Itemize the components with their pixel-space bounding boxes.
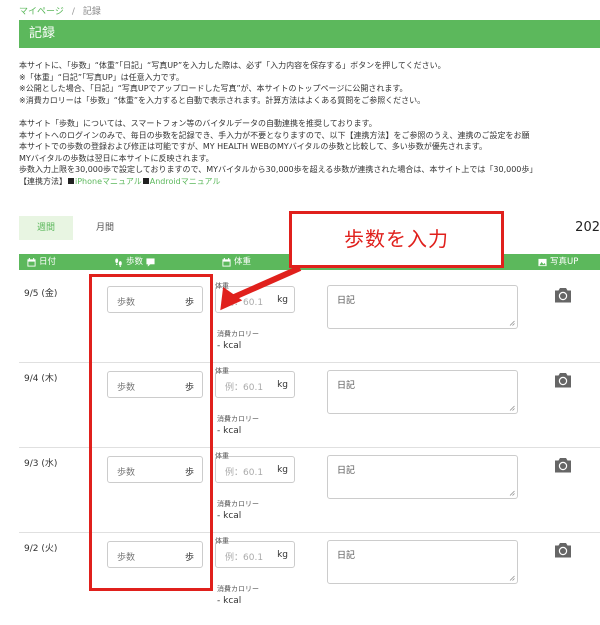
resize-grip-icon[interactable] [509, 405, 515, 411]
calorie-label: 消費カロリー [217, 500, 259, 508]
header-steps: 歩数 [114, 254, 155, 270]
diary-placeholder: 日記 [337, 296, 356, 306]
header-weight-label: 体重 [234, 257, 252, 267]
breadcrumb-current: 記録 [82, 7, 101, 17]
year-label: 202 [575, 220, 600, 235]
header-date-label: 日付 [39, 257, 57, 267]
camera-icon[interactable] [554, 287, 572, 303]
weight-placeholder: 例：60.1 [225, 468, 264, 478]
calendar-icon [222, 257, 231, 267]
breadcrumb-home-link[interactable]: マイページ [19, 7, 64, 17]
notice-line: ※消費カロリーは「歩数」“体重”を入力すると自動で表示されます。計算方法はよくあ… [19, 95, 426, 105]
notice-line: 本サイトへのログインのみで、毎日の歩数を記録でき、手入力が不要となりますので、以… [19, 130, 530, 140]
comment-icon[interactable] [146, 257, 155, 267]
image-icon [538, 258, 547, 266]
weight-label: 体重 [215, 367, 229, 375]
diary-placeholder: 日記 [337, 551, 356, 561]
calorie-label: 消費カロリー [217, 330, 259, 338]
weight-unit: kg [277, 465, 288, 475]
diary-textarea[interactable]: 日記 [327, 455, 518, 499]
weight-label: 体重 [215, 282, 229, 290]
android-manual-link[interactable]: Androidマニュアル [150, 177, 221, 186]
row-date: 9/5 (金) [24, 289, 58, 299]
calorie-value: - kcal [217, 596, 242, 606]
row-date: 9/2 (火) [24, 544, 58, 554]
breadcrumb: マイページ / 記録 [19, 4, 101, 17]
notice-line: ※公開とした場合、「日記」“写真UPでアップロードした写真”が、本サイトのトップ… [19, 84, 408, 94]
link-prefix: 【連携方法】 [19, 176, 67, 186]
diary-textarea[interactable]: 日記 [327, 370, 518, 414]
resize-grip-icon[interactable] [509, 490, 515, 496]
notice-line: ※「体重」“日記”「写真UP」は任意入力です。 [19, 72, 184, 82]
square-bullet-icon [68, 177, 74, 184]
calorie-label: 消費カロリー [217, 415, 259, 423]
notice-line: 歩数入力上限を30,000歩で設定しておりますので、MYバイタルから30,000… [19, 165, 538, 175]
header-photo: 写真UP [538, 254, 578, 270]
calorie-value: - kcal [217, 511, 242, 521]
weight-unit: kg [277, 550, 288, 560]
row-date: 9/4 (木) [24, 374, 58, 384]
iphone-manual-link[interactable]: iPhoneマニュアル [75, 177, 142, 186]
row-date: 9/3 (水) [24, 459, 58, 469]
page-title: 記録 [19, 20, 600, 48]
diary-placeholder: 日記 [337, 466, 356, 476]
calorie-value: - kcal [217, 426, 242, 436]
calendar-icon [27, 257, 36, 267]
diary-textarea[interactable]: 日記 [327, 540, 518, 584]
notice-line: MYバイタルの歩数は翌日に本サイトに反映されます。 [19, 153, 214, 163]
tab-month[interactable]: 月間 [78, 216, 132, 240]
weight-unit: kg [277, 295, 288, 305]
header-date: 日付 [27, 254, 56, 270]
camera-icon[interactable] [554, 457, 572, 473]
annotation-highlight-frame [89, 274, 213, 591]
resize-grip-icon[interactable] [509, 575, 515, 581]
calorie-label: 消費カロリー [217, 585, 259, 593]
tab-week[interactable]: 週間 [19, 216, 73, 240]
header-steps-label: 歩数 [126, 257, 144, 267]
weight-placeholder: 例：60.1 [225, 553, 264, 563]
weight-label: 体重 [215, 452, 229, 460]
notice-line: 本サイト「歩数」については、スマートフォン等のバイタルデータの自動連携を推奨して… [19, 118, 377, 128]
header-weight: 体重 [222, 254, 251, 270]
camera-icon[interactable] [554, 542, 572, 558]
weight-placeholder: 例：60.1 [225, 383, 264, 393]
notice-line: 本サイトに、「歩数」“体重”「日記」“写真UP”を入力した際は、必ず「入力内容を… [19, 61, 446, 70]
diary-placeholder: 日記 [337, 381, 356, 391]
notice-line: 本サイトでの歩数の登録および修正は可能ですが、MY HEALTH WEBのMYバ… [19, 142, 487, 152]
notice-text: 本サイトに、「歩数」“体重”「日記」“写真UP”を入力した際は、必ず「入力内容を… [19, 60, 600, 188]
resize-grip-icon[interactable] [509, 320, 515, 326]
header-photo-label: 写真UP [550, 257, 579, 267]
camera-icon[interactable] [554, 372, 572, 388]
notice-spacer [19, 106, 600, 118]
square-bullet-icon [142, 177, 149, 184]
annotation-callout: 歩数を入力 [289, 211, 504, 268]
weight-unit: kg [277, 380, 288, 390]
weight-placeholder: 例：60.1 [225, 298, 264, 308]
diary-textarea[interactable]: 日記 [327, 285, 518, 329]
breadcrumb-separator: / [71, 7, 75, 17]
notice-links: 【連携方法】 iPhoneマニュアル Androidマニュアル [19, 176, 600, 188]
weight-label: 体重 [215, 537, 229, 545]
calorie-value: - kcal [217, 341, 242, 351]
footprints-icon [115, 257, 122, 267]
